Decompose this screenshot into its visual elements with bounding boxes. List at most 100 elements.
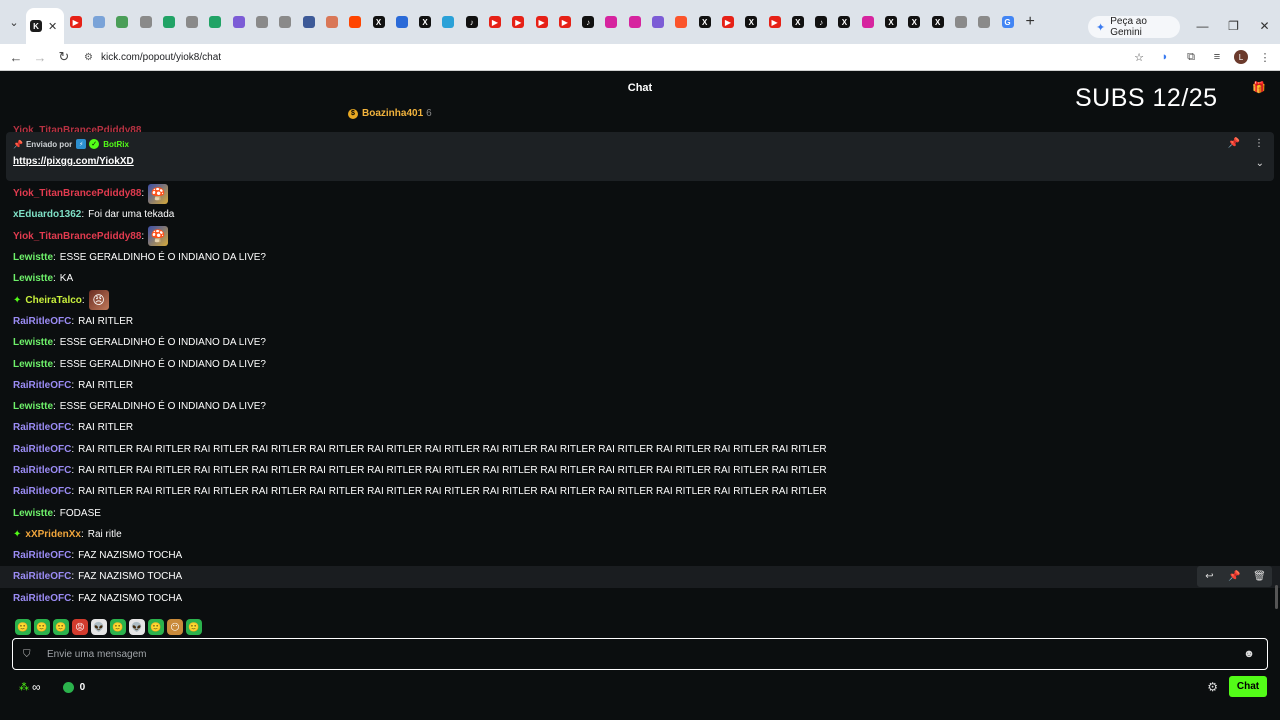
browser-tab[interactable]	[646, 7, 669, 37]
chat-message[interactable]: RaiRitleOFC: RAI RITLER RAI RITLER RAI RI…	[0, 460, 1280, 481]
browser-tab[interactable]	[856, 7, 879, 37]
chat-username[interactable]: RaiRitleOFC	[13, 444, 71, 455]
browser-tab[interactable]: ▶	[553, 7, 576, 37]
browser-tab[interactable]: ▶	[530, 7, 553, 37]
face-emote-icon[interactable]: 😠	[88, 290, 109, 311]
browser-tab[interactable]	[949, 7, 972, 37]
chat-username[interactable]: Lewistte	[13, 252, 53, 263]
chat-username[interactable]: CheiraTalco	[25, 295, 82, 306]
browser-tab[interactable]	[600, 7, 623, 37]
browser-tab[interactable]	[390, 7, 413, 37]
browser-tab[interactable]: K ✕	[26, 8, 64, 44]
chat-message[interactable]: ✦ xXPridenXx: Rai ritle	[0, 524, 1280, 545]
chat-message[interactable]: RaiRitleOFC: FAZ NAZISMO TOCHA	[0, 545, 1280, 566]
quick-emote-icon[interactable]: 😶	[167, 619, 183, 635]
browser-tab[interactable]: X	[833, 7, 856, 37]
extension-audio-icon[interactable]: ◗	[1156, 46, 1174, 68]
extensions-icon[interactable]: ⧉	[1182, 46, 1200, 68]
chevron-down-icon[interactable]: ⌄	[1256, 158, 1264, 169]
browser-tab[interactable]	[134, 7, 157, 37]
browser-tab[interactable]: ▶	[763, 7, 786, 37]
browser-tab[interactable]: X	[786, 7, 809, 37]
url-field[interactable]: ⚙ kick.com/popout/yiok8/chat	[84, 46, 1139, 68]
quick-emote-icon[interactable]: 😡	[72, 619, 88, 635]
back-icon[interactable]: ←	[4, 45, 28, 69]
forward-icon[interactable]: →	[28, 45, 52, 69]
chat-message[interactable]: Lewistte: ESSE GERALDINHO É O INDIANO DA …	[0, 247, 1280, 268]
chat-message[interactable]: ✦ CheiraTalco: 😠	[0, 289, 1280, 311]
bookmark-star-icon[interactable]: ☆	[1130, 46, 1148, 68]
chat-username[interactable]: Lewistte	[13, 359, 53, 370]
pinned-link[interactable]: https://pixgg.com/YiokXD	[13, 156, 134, 167]
browser-tab[interactable]: X	[879, 7, 902, 37]
media-icon[interactable]: ≡	[1208, 46, 1226, 68]
close-window-icon[interactable]: ✕	[1249, 16, 1280, 36]
chat-message[interactable]: Lewistte: ESSE GERALDINHO É O INDIANO DA …	[0, 353, 1280, 374]
chat-username[interactable]: RaiRitleOFC	[13, 486, 71, 497]
emoji-picker-icon[interactable]: ☻	[1237, 648, 1261, 660]
chat-message[interactable]: RaiRitleOFC: RAI RITLER RAI RITLER RAI RI…	[0, 481, 1280, 502]
chat-message[interactable]: Lewistte: KA	[0, 268, 1280, 289]
browser-tab[interactable]: ▶	[507, 7, 530, 37]
mario-emote-icon[interactable]: 🍄	[148, 226, 169, 247]
chat-scrollbar[interactable]	[1275, 585, 1278, 609]
chat-username[interactable]: RaiRitleOFC	[13, 422, 71, 433]
top-gifter[interactable]: $ Boazinha401 6	[348, 108, 432, 119]
message-input[interactable]	[43, 648, 1237, 660]
quick-emote-icon[interactable]: 🙂	[53, 619, 69, 635]
browser-tab[interactable]	[973, 7, 996, 37]
chat-username[interactable]: Lewistte	[13, 337, 53, 348]
restore-icon[interactable]: ❐	[1218, 16, 1249, 36]
profile-avatar[interactable]: L	[1234, 50, 1248, 64]
bot-name[interactable]: BotRix	[103, 140, 129, 149]
browser-tab[interactable]	[180, 7, 203, 37]
quick-emote-icon[interactable]: 🙂	[186, 619, 202, 635]
chat-username[interactable]: Yiok_TitanBrancePdiddy88	[13, 188, 141, 199]
browser-tab[interactable]	[87, 7, 110, 37]
browser-tab[interactable]: ♪	[577, 7, 600, 37]
site-info-icon[interactable]: ⚙	[84, 52, 93, 63]
browser-tab[interactable]: X	[367, 7, 390, 37]
chat-message[interactable]: RaiRitleOFC: FAZ NAZISMO TOCHA	[0, 588, 1280, 609]
chat-message[interactable]: RaiRitleOFC: RAI RITLER	[0, 311, 1280, 332]
chat-username[interactable]: Lewistte	[13, 508, 53, 519]
browser-tab[interactable]	[670, 7, 693, 37]
browser-tab[interactable]: X	[926, 7, 949, 37]
browser-tab[interactable]: ♪	[810, 7, 833, 37]
quick-emote-icon[interactable]: 🙂	[148, 619, 164, 635]
chat-message[interactable]: xEduardo1362: Foi dar uma tekada	[0, 204, 1280, 225]
browser-tab[interactable]	[157, 7, 180, 37]
chat-username[interactable]: RaiRitleOFC	[13, 316, 71, 327]
browser-tab[interactable]	[297, 7, 320, 37]
chat-username[interactable]: RaiRitleOFC	[13, 593, 71, 604]
browser-menu-icon[interactable]: ⋮	[1256, 46, 1274, 68]
send-chat-button[interactable]: Chat	[1229, 676, 1267, 697]
chat-message[interactable]: RaiRitleOFC: RAI RITLER	[0, 375, 1280, 396]
chat-username[interactable]: Lewistte	[13, 401, 53, 412]
browser-tab[interactable]: X	[693, 7, 716, 37]
settings-gear-icon[interactable]: ⚙	[1207, 680, 1218, 694]
browser-tab[interactable]: ▶	[716, 7, 739, 37]
chat-message[interactable]: Lewistte: ESSE GERALDINHO É O INDIANO DA …	[0, 332, 1280, 353]
chat-username[interactable]: xXPridenXx	[25, 529, 81, 540]
delete-icon[interactable]: 🗑	[1247, 566, 1272, 587]
chat-message[interactable]: RaiRitleOFC: RAI RITLER	[0, 417, 1280, 438]
browser-tab[interactable]	[111, 7, 134, 37]
browser-tab[interactable]	[227, 7, 250, 37]
chat-message[interactable]: RaiRitleOFC: RAI RITLER RAI RITLER RAI RI…	[0, 439, 1280, 460]
pin-message-icon[interactable]: 📌	[1222, 566, 1247, 587]
browser-tab[interactable]: G	[996, 7, 1019, 37]
gemini-button[interactable]: ✦ Peça ao Gemini	[1088, 16, 1180, 38]
browser-tab[interactable]	[250, 7, 273, 37]
new-tab-button[interactable]: +	[1019, 11, 1041, 33]
browser-tab[interactable]: X	[903, 7, 926, 37]
browser-tab[interactable]: X	[413, 7, 436, 37]
quick-emote-icon[interactable]: 🙂	[34, 619, 50, 635]
chat-username[interactable]: xEduardo1362	[13, 209, 81, 220]
browser-tab[interactable]: X	[740, 7, 763, 37]
reply-icon[interactable]: ↩	[1197, 566, 1222, 587]
tab-search-icon[interactable]: ⌄	[2, 10, 26, 34]
chat-username[interactable]: RaiRitleOFC	[13, 571, 71, 582]
chat-username[interactable]: Yiok_TitanBrancePdiddy88	[13, 231, 141, 242]
quick-emote-icon[interactable]: 👽	[129, 619, 145, 635]
